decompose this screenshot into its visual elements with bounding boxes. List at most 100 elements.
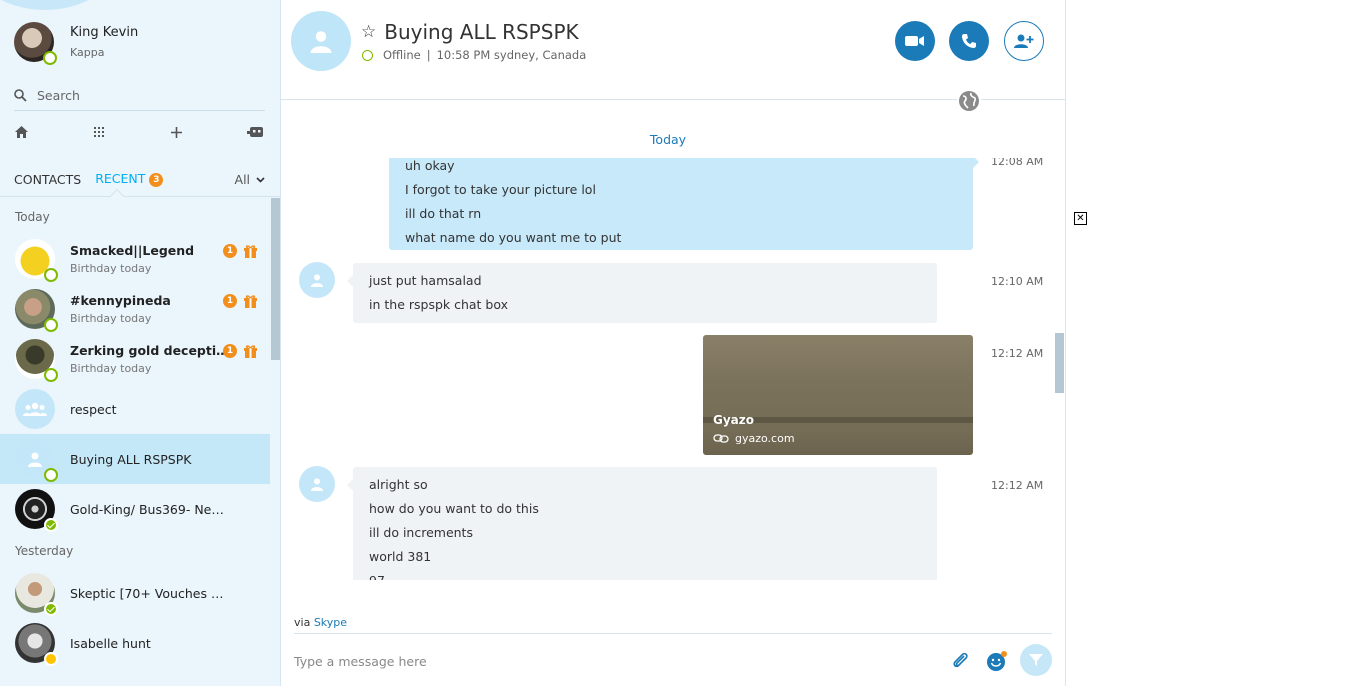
person-icon (310, 478, 324, 491)
list-item[interactable]: Zerking gold decepti... Birthday today 1 (0, 334, 270, 384)
sidebar-scrollbar[interactable] (271, 198, 280, 360)
conversation-pane: ☆ Buying ALL RSPSPK Offline | 10:58 PM s… (281, 0, 1065, 686)
add-icon[interactable] (170, 126, 183, 139)
close-icon[interactable]: ✕ (1074, 212, 1087, 225)
list-item[interactable]: Gold-King/ Bus369- New Skype (0, 484, 270, 534)
profile-avatar[interactable] (14, 22, 57, 65)
search-icon (14, 88, 27, 102)
sender-avatar (299, 466, 335, 502)
contact-avatar (15, 573, 58, 616)
presence-offline-icon (44, 368, 58, 382)
message-line: world 381 (369, 549, 432, 564)
day-separator: Today (649, 132, 687, 147)
list-item[interactable]: respect (0, 384, 270, 434)
conversation-title: Buying ALL RSPSPK (384, 20, 579, 44)
message-composer[interactable]: Type a message here (294, 633, 1052, 686)
profile-card[interactable]: King Kevin Kappa (14, 22, 139, 65)
presence-offline-icon (44, 468, 58, 482)
presence-away-icon (44, 652, 58, 666)
sidebar-toolbar (14, 120, 265, 144)
message-time: 12:12 AM (991, 347, 1044, 360)
gift-icon (244, 345, 257, 358)
translator-globe-icon[interactable] (957, 90, 981, 112)
section-yesterday: Yesterday (15, 544, 74, 558)
filter-label: All (234, 171, 251, 187)
tab-contacts[interactable]: CONTACTS (14, 172, 81, 187)
video-call-button[interactable] (895, 21, 935, 61)
presence-online-icon (44, 602, 58, 616)
bot-icon[interactable] (246, 125, 265, 140)
message-list: uh okay I forgot to take your picture lo… (281, 158, 1065, 580)
list-item[interactable]: Isabelle hunt (0, 618, 270, 668)
outgoing-message[interactable]: uh okay I forgot to take your picture lo… (389, 158, 979, 250)
group-avatar (15, 389, 55, 429)
contact-name: Zerking gold decepti... (70, 343, 230, 358)
section-today: Today (15, 210, 50, 224)
link-icon (713, 434, 729, 443)
link-preview-card[interactable]: Gyazo gyazo.com (703, 335, 973, 455)
incoming-message[interactable]: just put hamsalad in the rspspk chat box (347, 263, 937, 323)
status-detail: 10:58 PM sydney, Canada (436, 48, 587, 62)
profile-name: King Kevin (70, 25, 139, 40)
tabs-divider (0, 196, 280, 197)
contact-name: Buying ALL RSPSPK (70, 451, 192, 467)
filter-dropdown[interactable]: All (235, 172, 265, 187)
status-text: Offline (383, 48, 421, 62)
person-icon (310, 274, 324, 287)
list-item[interactable]: Skeptic [70+ Vouches & 25$+... (0, 568, 270, 618)
conversation-avatar[interactable] (291, 11, 351, 71)
via-prefix: via (294, 616, 311, 629)
home-icon[interactable] (14, 125, 29, 139)
contact-avatar (15, 289, 58, 332)
add-participant-button[interactable] (1004, 21, 1044, 61)
recent-list: Today Smacked||Legend Birthday today 1 #… (0, 200, 270, 668)
sender-avatar (299, 262, 335, 298)
contact-avatar (15, 623, 58, 666)
person-icon (310, 31, 332, 53)
conversation-status: Offline | 10:58 PM sydney, Canada (362, 48, 586, 62)
sidebar-tabs: CONTACTS RECENT 3 All (14, 162, 265, 196)
contact-name: #kennypineda (70, 293, 171, 308)
unread-badge: 1 (223, 344, 237, 358)
profile-mood: Kappa (70, 46, 105, 59)
presence-online-icon (44, 518, 58, 532)
message-line: uh okay (405, 158, 455, 173)
via-skype-link[interactable]: Skype (314, 616, 347, 629)
right-pane: ✕ (1065, 0, 1361, 686)
contact-subtitle: Birthday today (70, 362, 152, 375)
contact-avatar (15, 339, 58, 382)
attach-file-icon[interactable] (950, 650, 970, 674)
message-line: ill do increments (369, 525, 473, 540)
contact-name: Gold-King/ Bus369- New Skype (70, 501, 230, 517)
message-line: how do you want to do this (369, 501, 539, 516)
voice-call-button[interactable] (949, 21, 989, 61)
search-field[interactable]: Search (14, 80, 265, 111)
link-preview-title: Gyazo (713, 413, 754, 427)
message-scrollbar[interactable] (1055, 333, 1064, 393)
message-input[interactable]: Type a message here (294, 654, 427, 669)
favorite-star-icon[interactable]: ☆ (361, 22, 376, 42)
emoticon-icon[interactable] (986, 650, 1008, 676)
message-line: I forgot to take your picture lol (405, 182, 596, 197)
dialpad-icon[interactable] (93, 126, 105, 138)
presence-offline-icon (44, 268, 58, 282)
message-line: what name do you want me to put (405, 230, 622, 245)
tab-recent-label: RECENT (95, 171, 146, 187)
incoming-message[interactable]: alright so how do you want to do this il… (347, 467, 937, 580)
contact-name: Smacked||Legend (70, 243, 195, 258)
message-line: just put hamsalad (369, 273, 482, 288)
via-label: via Skype (294, 616, 347, 629)
message-line: alright so (369, 477, 428, 492)
unread-badge: 1 (223, 244, 237, 258)
contact-name: respect (70, 401, 117, 417)
list-item-selected[interactable]: Buying ALL RSPSPK (0, 434, 270, 484)
link-preview-domain: gyazo.com (735, 432, 795, 445)
sidebar: King Kevin Kappa Search CONTACTS RECENT … (0, 0, 281, 686)
tab-recent[interactable]: RECENT 3 (95, 171, 164, 187)
message-time: 12:12 AM (991, 479, 1044, 492)
send-button[interactable] (1020, 644, 1052, 676)
list-item[interactable]: Smacked||Legend Birthday today 1 (0, 234, 270, 284)
chevron-down-icon (256, 177, 265, 183)
list-item[interactable]: #kennypineda Birthday today 1 (0, 284, 270, 334)
message-line: 97 (369, 569, 921, 580)
